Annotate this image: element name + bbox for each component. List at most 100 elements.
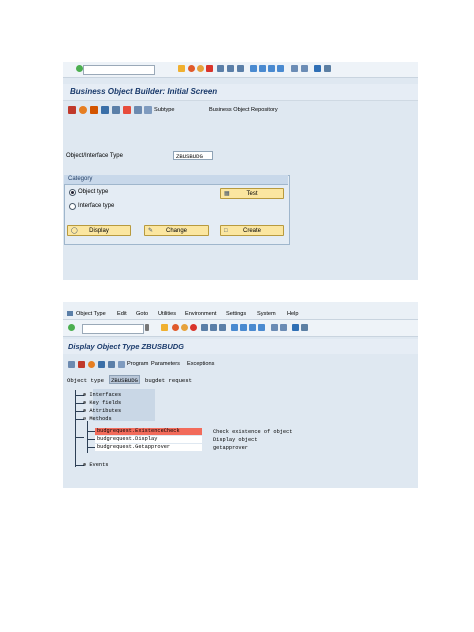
customize-icon[interactable]	[301, 324, 308, 331]
print-icon[interactable]	[217, 65, 224, 72]
where-used-icon[interactable]	[134, 106, 142, 114]
test-icon[interactable]	[79, 106, 87, 114]
menu-system[interactable]: System	[257, 311, 276, 317]
delete-icon[interactable]	[98, 361, 105, 368]
save-icon[interactable]	[161, 324, 168, 331]
method-description: Check existence of object	[213, 429, 293, 435]
method-description: Display object	[213, 437, 258, 443]
generate-icon[interactable]	[90, 106, 98, 114]
tree-node-interfaces[interactable]: ⊕ Interfaces	[83, 392, 121, 398]
display-change-icon[interactable]	[68, 106, 76, 114]
tree-node-label: Key fields	[89, 400, 122, 406]
page-title: Business Object Builder: Initial Screen	[70, 87, 218, 96]
menu-edit[interactable]: Edit	[117, 311, 127, 317]
category-title: Category	[68, 176, 93, 182]
method-row[interactable]: budgrequest.ExistenceCheck	[95, 428, 202, 435]
help-icon[interactable]	[314, 65, 321, 72]
new-session-icon[interactable]	[291, 65, 298, 72]
next-page-icon[interactable]	[268, 65, 275, 72]
initial-screen-screenshot: Business Object Builder: Initial Screen …	[63, 62, 418, 280]
tree-node-attributes[interactable]: ⊕ Attributes	[83, 408, 121, 414]
tree-line	[75, 437, 84, 438]
tree-line	[87, 439, 95, 440]
interface-type-radio-label: Interface type	[78, 203, 115, 209]
object-type-description: bugdet request	[145, 377, 192, 384]
save-icon[interactable]	[178, 65, 185, 72]
enter-icon[interactable]	[68, 324, 75, 331]
business-object-repository-button[interactable]: Business Object Repository	[209, 107, 278, 113]
other-object-icon[interactable]	[78, 361, 85, 368]
last-page-icon[interactable]	[258, 324, 265, 331]
help-icon[interactable]	[292, 324, 299, 331]
menu-object-type[interactable]: Object Type	[76, 311, 106, 317]
print-icon[interactable]	[201, 324, 208, 331]
customize-icon[interactable]	[324, 65, 331, 72]
first-page-icon[interactable]	[250, 65, 257, 72]
program-button[interactable]: Program	[127, 361, 148, 367]
change-button[interactable]: ✎ Change	[144, 225, 209, 236]
previous-page-icon[interactable]	[240, 324, 247, 331]
menu-environment[interactable]: Environment	[185, 311, 216, 317]
previous-page-icon[interactable]	[259, 65, 266, 72]
enter-icon[interactable]	[76, 65, 83, 72]
exit-icon[interactable]	[181, 324, 188, 331]
parameters-button[interactable]: Parameters	[151, 361, 180, 367]
system-menu-icon[interactable]	[67, 311, 73, 316]
next-page-icon[interactable]	[249, 324, 256, 331]
create-button[interactable]: □ Create	[220, 225, 284, 236]
shortcut-icon[interactable]	[280, 324, 287, 331]
last-page-icon[interactable]	[277, 65, 284, 72]
find-icon[interactable]	[227, 65, 234, 72]
method-row[interactable]: budgrequest.Getapprover	[95, 444, 202, 451]
cancel-icon[interactable]	[190, 324, 197, 331]
exceptions-button[interactable]: Exceptions	[187, 361, 214, 367]
category-header	[64, 175, 288, 185]
subtype-button[interactable]: Subtype	[154, 107, 175, 113]
find-next-icon[interactable]	[219, 324, 226, 331]
tree-node-events[interactable]: ⊕ Events	[83, 462, 108, 468]
command-field[interactable]	[82, 324, 144, 334]
tree-node-key-fields[interactable]: ⊕ Key fields	[83, 400, 121, 406]
menu-utilities[interactable]: Utilities	[158, 311, 176, 317]
back-icon[interactable]	[188, 65, 195, 72]
change-button-label: Change	[165, 227, 188, 234]
first-page-icon[interactable]	[231, 324, 238, 331]
copy-icon[interactable]	[112, 106, 120, 114]
object-type-input[interactable]: ZBUSBUDG	[173, 151, 213, 160]
shortcut-icon[interactable]	[301, 65, 308, 72]
object-type-radio[interactable]	[69, 189, 76, 196]
new-session-icon[interactable]	[271, 324, 278, 331]
interface-type-radio[interactable]	[69, 203, 76, 210]
info-icon[interactable]	[108, 361, 115, 368]
menu-settings[interactable]: Settings	[226, 311, 246, 317]
exit-icon[interactable]	[197, 65, 204, 72]
rename-icon[interactable]	[123, 106, 131, 114]
tree-node-methods[interactable]: ⊖ Methods	[83, 416, 112, 422]
method-description: getapprover	[213, 445, 248, 451]
menu-help[interactable]: Help	[287, 311, 299, 317]
program-icon[interactable]	[118, 361, 125, 368]
chevron-down-icon[interactable]	[145, 324, 149, 331]
display-button[interactable]: ◯ Display	[67, 225, 131, 236]
command-field[interactable]	[83, 65, 155, 75]
subtype-icon[interactable]	[144, 106, 152, 114]
object-type-label: Object/Interface Type	[66, 153, 123, 159]
method-row[interactable]: budgrequest.Display	[95, 436, 202, 443]
find-next-icon[interactable]	[237, 65, 244, 72]
object-type-value: ZBUSBUDG	[109, 375, 140, 384]
tree-node-label: Events	[89, 462, 109, 468]
test-icon[interactable]	[88, 361, 95, 368]
create-button-label: Create	[242, 227, 261, 234]
tree-line	[87, 431, 95, 432]
back-icon[interactable]	[172, 324, 179, 331]
delete-icon[interactable]	[101, 106, 109, 114]
object-type-label: Object type	[67, 377, 104, 384]
test-button[interactable]: ▦ Test	[220, 188, 284, 199]
tree-node-label: Methods	[89, 416, 112, 422]
tree-line	[75, 390, 76, 437]
menu-goto[interactable]: Goto	[136, 311, 148, 317]
display-change-icon[interactable]	[68, 361, 75, 368]
page-title: Display Object Type ZBUSBUDG	[68, 342, 184, 351]
cancel-icon[interactable]	[206, 65, 213, 72]
find-icon[interactable]	[210, 324, 217, 331]
